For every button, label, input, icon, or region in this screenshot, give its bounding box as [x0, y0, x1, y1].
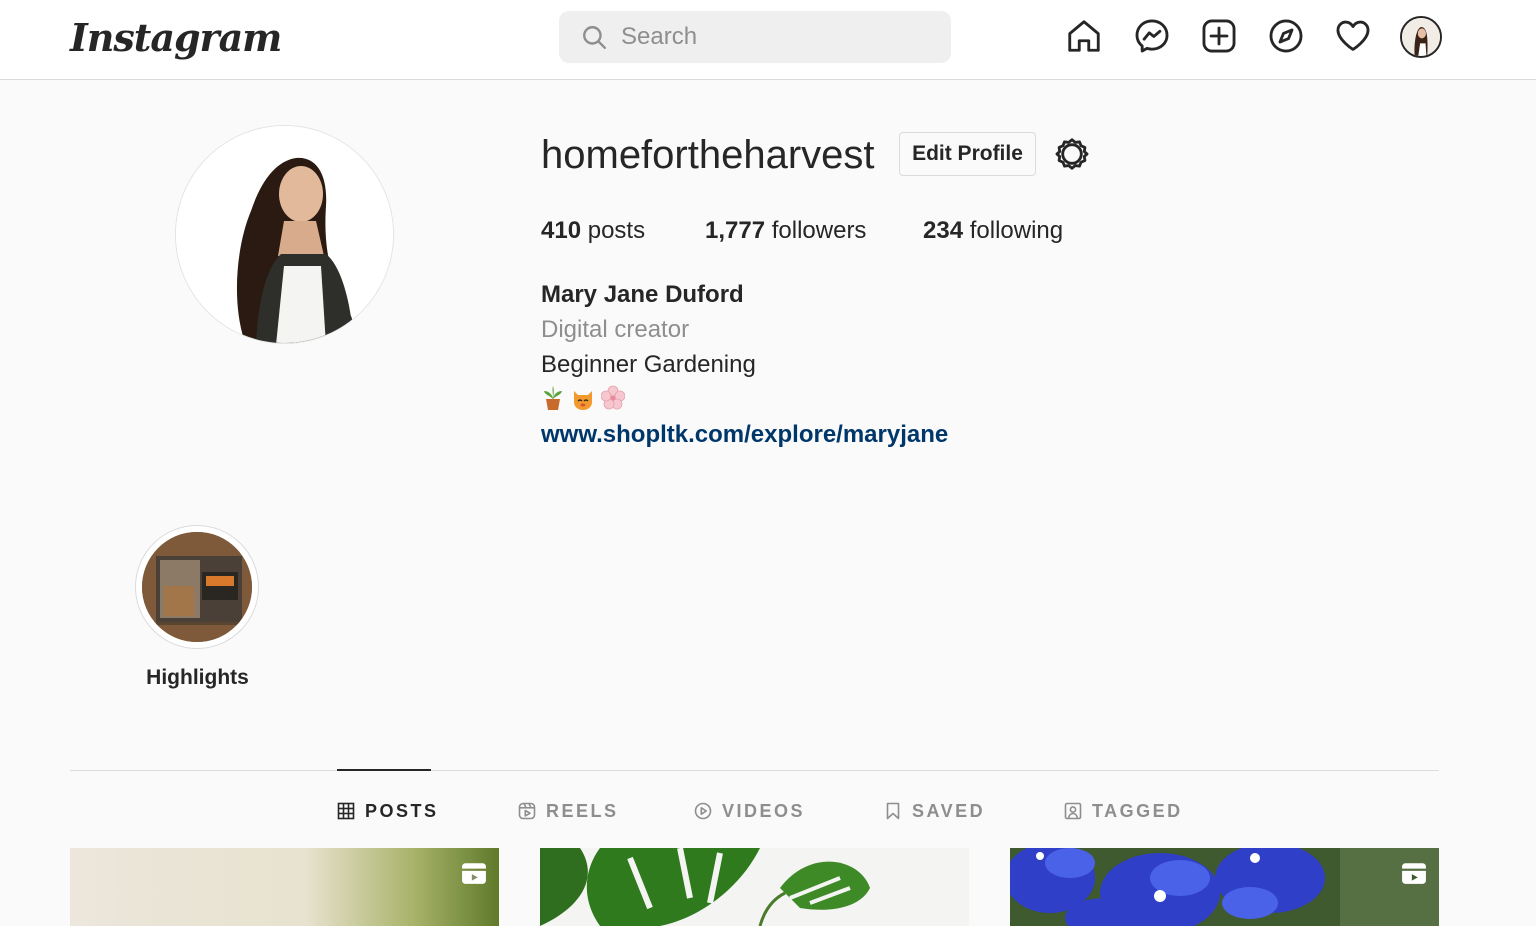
tab-videos-label: VIDEOS	[722, 800, 806, 821]
following-stat[interactable]: 234 following	[923, 212, 1063, 250]
post-thumbnail[interactable]	[1010, 848, 1439, 926]
tab-videos[interactable]: VIDEOS	[694, 796, 805, 826]
post-image	[540, 848, 969, 926]
heart-icon	[1336, 20, 1370, 51]
followers-count: 1,777	[705, 217, 766, 244]
tabs-divider	[70, 770, 1439, 771]
bio-emoji-row	[541, 385, 626, 415]
search-icon	[583, 26, 607, 50]
profile-website-link[interactable]: www.shopltk.com/explore/maryjane	[541, 418, 948, 452]
followers-stat[interactable]: 1,777 followers	[705, 212, 866, 250]
tab-reels[interactable]: REELS	[518, 796, 619, 826]
tab-tagged-label: TAGGED	[1092, 800, 1183, 821]
profile-category: Digital creator	[541, 316, 690, 343]
search-box[interactable]	[559, 11, 951, 63]
edit-profile-button[interactable]: Edit Profile	[899, 132, 1036, 176]
active-tab-indicator	[337, 769, 431, 771]
explore-button[interactable]	[1266, 16, 1306, 56]
video-play-icon	[694, 802, 712, 820]
new-post-button[interactable]	[1199, 16, 1239, 56]
reel-badge-icon	[1402, 863, 1426, 884]
highlight-cover-image	[142, 532, 252, 642]
post-thumbnail[interactable]	[70, 848, 499, 926]
tab-saved[interactable]: SAVED	[884, 796, 985, 826]
new-post-icon	[1202, 19, 1236, 53]
cherry-blossom-emoji-icon	[600, 385, 626, 411]
bookmark-icon	[886, 802, 900, 820]
post-image	[1010, 848, 1439, 926]
top-navigation-bar: Instagram	[0, 0, 1536, 80]
settings-gear-icon[interactable]	[1054, 136, 1090, 172]
posts-count-stat: 410 posts	[541, 212, 645, 250]
explore-icon	[1269, 19, 1303, 53]
posts-label: posts	[587, 217, 646, 244]
post-image	[70, 848, 499, 926]
reels-icon	[518, 802, 536, 820]
profile-full-name: Mary Jane Duford	[541, 281, 744, 308]
tab-posts[interactable]: POSTS	[337, 796, 439, 826]
story-highlight[interactable]	[135, 525, 259, 649]
grid-icon	[337, 802, 355, 820]
profile-username: homefortheharvest	[541, 133, 875, 177]
tab-tagged[interactable]: TAGGED	[1064, 796, 1183, 826]
messenger-icon	[1135, 19, 1169, 53]
reel-badge-icon	[462, 863, 486, 884]
tagged-person-icon	[1064, 802, 1082, 820]
following-count: 234	[923, 217, 964, 244]
instagram-logo[interactable]: Instagram	[70, 10, 282, 66]
profile-photo-image	[176, 126, 393, 343]
profile-avatar-icon	[1402, 18, 1440, 56]
following-label: following	[969, 217, 1064, 244]
posts-count: 410	[541, 217, 582, 244]
search-input[interactable]	[621, 11, 941, 63]
messenger-button[interactable]	[1132, 16, 1172, 56]
followers-label: followers	[771, 217, 867, 244]
post-thumbnail[interactable]	[540, 848, 969, 926]
orange-cat-emoji-icon	[571, 385, 595, 411]
home-button[interactable]	[1064, 16, 1104, 56]
profile-picture[interactable]	[175, 125, 394, 344]
highlight-label: Highlights	[146, 666, 249, 689]
tab-saved-label: SAVED	[912, 800, 986, 821]
home-icon	[1068, 20, 1100, 52]
tab-posts-label: POSTS	[365, 800, 439, 821]
activity-button[interactable]	[1333, 16, 1373, 56]
tab-reels-label: REELS	[546, 800, 619, 821]
potted-plant-emoji-icon	[541, 385, 565, 411]
profile-bio-text: Beginner Gardening	[541, 351, 756, 378]
profile-avatar-button[interactable]	[1400, 16, 1442, 58]
